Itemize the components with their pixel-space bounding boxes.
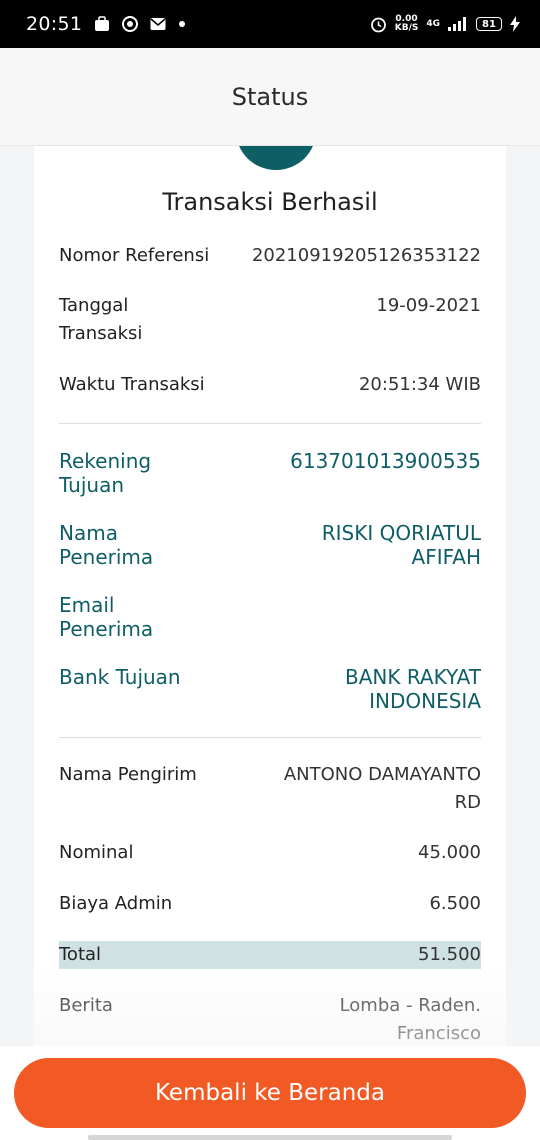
recipient-email-row: Email Penerima [59,593,481,641]
recipient-name-value: RISKI QORIATUL AFIFAH [321,521,481,569]
bank-row: Bank Tujuan BANK RAKYAT INDONESIA [59,665,481,713]
admin-fee-row: Biaya Admin 6.500 [59,890,481,918]
bank-value: BANK RAKYAT INDONESIA [344,665,481,713]
charging-icon [510,16,520,32]
total-value: 51.500 [418,944,481,965]
bank-label: Bank Tujuan [59,665,181,689]
status-bar: 20:51 0.00 KB/S 4G 81 [0,0,540,48]
dot-icon [178,20,186,28]
navigation-gesture-bar [88,1135,452,1140]
admin-fee-label: Biaya Admin [59,893,173,914]
network-speed: 0.00 KB/S [394,14,419,33]
time-row: Waktu Transaksi 20:51:34 WIB [59,371,481,399]
reference-label: Nomor Referensi [59,245,210,266]
time-value: 20:51:34 WIB [358,374,481,395]
total-row: Total 51.500 [59,941,481,969]
record-icon [122,16,139,32]
message-label: Berita [59,995,113,1016]
message-value: Lomba - Raden. Francisco [339,995,481,1044]
reference-row: Nomor Referensi 20210919205126353122 [59,242,481,270]
nominal-label: Nominal [59,842,134,863]
sender-label: Nama Pengirim [59,764,197,785]
bottom-bar: Kembali ke Beranda [0,1046,540,1140]
time-label: Waktu Transaksi [59,374,205,395]
admin-fee-value: 6.500 [429,893,481,914]
divider [59,737,481,738]
success-icon [236,146,316,170]
reference-value: 20210919205126353122 [251,245,481,266]
status-time: 20:51 [26,13,83,35]
alarm-icon [370,16,387,33]
page-title: Status [231,82,309,111]
message-row: Berita Lomba - Raden. Francisco [59,992,481,1046]
total-label: Total [59,944,102,965]
account-value: 613701013900535 [290,449,481,473]
scroll-content[interactable]: Transaksi Berhasil Nomor Referensi 20210… [0,146,540,1046]
date-label: Tanggal Transaksi [59,295,143,344]
recipient-name-row: Nama Penerima RISKI QORIATUL AFIFAH [59,521,481,569]
nominal-row: Nominal 45.000 [59,839,481,867]
app-header: Status [0,48,540,146]
date-row: Tanggal Transaksi 19-09-2021 [59,292,481,348]
transaction-status-title: Transaksi Berhasil [162,188,378,216]
date-value: 19-09-2021 [376,295,481,316]
network-type: 4G [426,19,440,29]
battery-icon: 81 [476,17,502,31]
account-label: Rekening Tujuan [59,449,152,497]
receipt-card: Transaksi Berhasil Nomor Referensi 20210… [34,146,506,1046]
recipient-email-label: Email Penerima [59,593,154,641]
divider [59,423,481,424]
signal-icon [448,17,468,31]
recipient-name-label: Nama Penerima [59,521,154,569]
app-notification-icon [94,16,110,32]
account-row: Rekening Tujuan 613701013900535 [59,449,481,497]
sender-value: ANTONO DAMAYANTO RD [283,764,481,813]
nominal-value: 45.000 [418,842,481,863]
back-to-home-button[interactable]: Kembali ke Beranda [14,1058,526,1128]
sender-row: Nama Pengirim ANTONO DAMAYANTO RD [59,761,481,817]
mail-icon [150,17,166,31]
